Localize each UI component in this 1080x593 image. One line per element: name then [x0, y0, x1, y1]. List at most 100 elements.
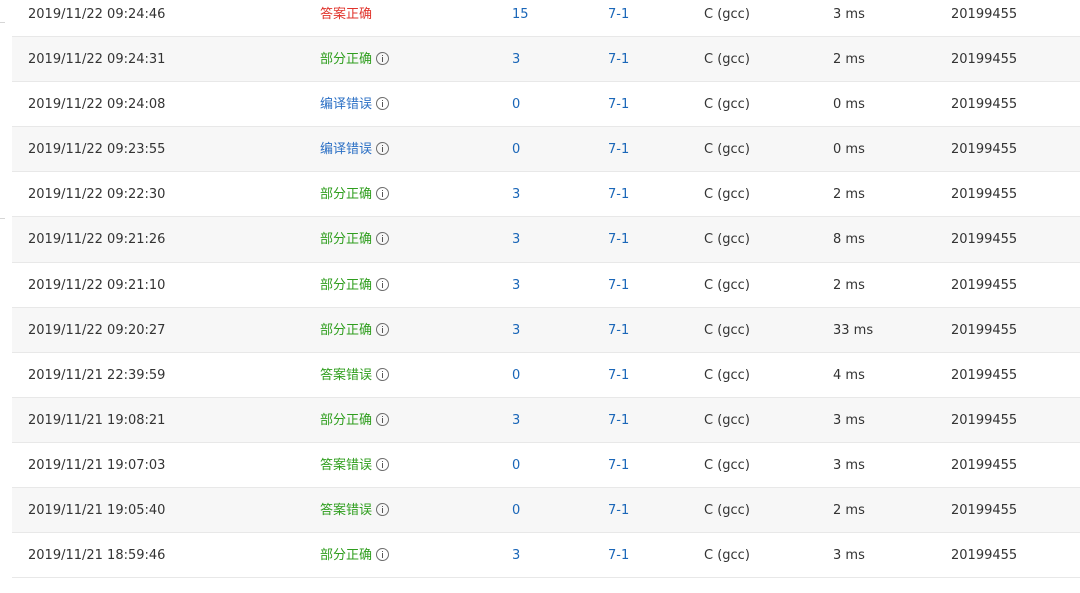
submission-time: 2019/11/22 09:21:26 — [28, 232, 166, 248]
submission-time: 2019/11/22 09:23:55 — [28, 142, 166, 158]
status-label[interactable]: 部分正确 — [320, 232, 372, 247]
compiler: C (gcc) — [704, 7, 750, 22]
status-label[interactable]: 部分正确 — [320, 52, 372, 67]
status-label[interactable]: 部分正确 — [320, 413, 372, 428]
submission-status[interactable]: 答案正确 — [320, 0, 372, 37]
problem-link[interactable]: 7-1 — [608, 398, 629, 443]
problem-link[interactable]: 7-1 — [608, 0, 629, 37]
edge-mark — [0, 218, 5, 219]
submission-score[interactable]: 15 — [512, 0, 529, 37]
info-circle-icon[interactable] — [376, 142, 390, 156]
submission-time: 2019/11/21 22:39:59 — [28, 367, 166, 383]
problem-link[interactable]: 7-1 — [608, 127, 629, 172]
submission-status[interactable]: 答案错误 — [320, 353, 390, 398]
info-circle-icon[interactable] — [376, 412, 390, 426]
compiler: C (gcc) — [704, 322, 750, 338]
submission-time: 2019/11/22 09:21:10 — [28, 277, 166, 293]
submission-status[interactable]: 部分正确 — [320, 308, 390, 353]
time-cost: 3 ms — [833, 412, 865, 428]
submission-time: 2019/11/22 09:22:30 — [28, 187, 166, 203]
status-label[interactable]: 答案错误 — [320, 503, 372, 518]
problem-link[interactable]: 7-1 — [608, 308, 629, 353]
submission-list-page: 2019/11/22 09:24:46 答案正确 15 7-1 C (gcc) 3 ms 2… — [0, 0, 1080, 593]
submission-status[interactable]: 部分正确 — [320, 172, 390, 217]
submission-time: 2019/11/21 19:07:03 — [28, 457, 166, 473]
info-circle-icon[interactable] — [376, 548, 390, 562]
user-id: 20199455 — [951, 503, 1018, 519]
compiler: C (gcc) — [704, 277, 750, 293]
problem-link[interactable]: 7-1 — [608, 353, 629, 398]
table-row: 2019/11/22 09:21:26 部分正确 3 7-1 C (gcc) 8 ms 20… — [12, 217, 1080, 263]
submission-score[interactable]: 3 — [512, 308, 520, 353]
user-id: 20199455 — [951, 232, 1018, 248]
submission-status[interactable]: 编译错误 — [320, 127, 390, 172]
table-row: 2019/11/22 09:24:31 部分正确 3 7-1 C (gcc) 2 ms 20… — [12, 37, 1080, 83]
submission-status[interactable]: 部分正确 — [320, 398, 390, 443]
submission-status[interactable]: 部分正确 — [320, 37, 390, 82]
compiler: C (gcc) — [704, 52, 750, 68]
problem-link[interactable]: 7-1 — [608, 263, 629, 308]
submission-table: 2019/11/22 09:24:46 答案正确 15 7-1 C (gcc) 3 ms 2… — [12, 0, 1080, 579]
status-label[interactable]: 编译错误 — [320, 97, 372, 112]
submission-score[interactable]: 3 — [512, 263, 520, 308]
time-cost: 8 ms — [833, 232, 865, 248]
table-row: 2019/11/22 09:20:27 部分正确 3 7-1 C (gcc) 33 ms 2… — [12, 307, 1080, 353]
user-id: 20199455 — [951, 7, 1018, 22]
problem-link[interactable]: 7-1 — [608, 533, 629, 578]
time-cost: 33 ms — [833, 322, 874, 338]
submission-score[interactable]: 3 — [512, 533, 520, 578]
user-id: 20199455 — [951, 187, 1018, 203]
problem-link[interactable]: 7-1 — [608, 37, 629, 82]
submission-score[interactable]: 0 — [512, 353, 520, 398]
problem-link[interactable]: 7-1 — [608, 488, 629, 533]
status-label[interactable]: 答案错误 — [320, 458, 372, 473]
status-label[interactable]: 部分正确 — [320, 278, 372, 293]
submission-score[interactable]: 0 — [512, 488, 520, 533]
table-row: 2019/11/22 09:21:10 部分正确 3 7-1 C (gcc) 2 ms 20… — [12, 263, 1080, 308]
status-label[interactable]: 编译错误 — [320, 142, 372, 157]
submission-status[interactable]: 部分正确 — [320, 217, 390, 262]
submission-status[interactable]: 答案错误 — [320, 443, 390, 488]
info-circle-icon[interactable] — [376, 503, 390, 517]
status-label[interactable]: 答案错误 — [320, 368, 372, 383]
status-label[interactable]: 部分正确 — [320, 548, 372, 563]
info-circle-icon[interactable] — [376, 277, 390, 291]
time-cost: 2 ms — [833, 187, 865, 203]
status-label[interactable]: 答案正确 — [320, 7, 372, 22]
status-label[interactable]: 部分正确 — [320, 323, 372, 338]
submission-status[interactable]: 答案错误 — [320, 488, 390, 533]
compiler: C (gcc) — [704, 187, 750, 203]
submission-score[interactable]: 3 — [512, 398, 520, 443]
info-circle-icon[interactable] — [376, 97, 390, 111]
info-circle-icon[interactable] — [376, 457, 390, 471]
submission-score[interactable]: 0 — [512, 127, 520, 172]
user-id: 20199455 — [951, 548, 1018, 564]
time-cost: 0 ms — [833, 97, 865, 113]
problem-link[interactable]: 7-1 — [608, 172, 629, 217]
compiler: C (gcc) — [704, 97, 750, 113]
problem-link[interactable]: 7-1 — [608, 82, 629, 127]
compiler: C (gcc) — [704, 412, 750, 428]
info-circle-icon[interactable] — [376, 322, 390, 336]
submission-time: 2019/11/21 18:59:46 — [28, 548, 166, 564]
submission-status[interactable]: 部分正确 — [320, 533, 390, 578]
status-label[interactable]: 部分正确 — [320, 187, 372, 202]
problem-link[interactable]: 7-1 — [608, 443, 629, 488]
submission-status[interactable]: 部分正确 — [320, 263, 390, 308]
info-circle-icon[interactable] — [376, 232, 390, 246]
problem-link[interactable]: 7-1 — [608, 217, 629, 262]
submission-status[interactable]: 编译错误 — [320, 82, 390, 127]
info-circle-icon[interactable] — [376, 367, 390, 381]
time-cost: 4 ms — [833, 367, 865, 383]
user-id: 20199455 — [951, 52, 1018, 68]
submission-score[interactable]: 0 — [512, 82, 520, 127]
table-row: 2019/11/22 09:24:08 编译错误 0 7-1 C (gcc) 0 ms 20… — [12, 82, 1080, 128]
table-row: 2019/11/22 09:22:30 部分正确 3 7-1 C (gcc) 2 ms 20… — [12, 172, 1080, 218]
submission-score[interactable]: 0 — [512, 443, 520, 488]
info-circle-icon[interactable] — [376, 52, 390, 66]
user-id: 20199455 — [951, 412, 1018, 428]
submission-score[interactable]: 3 — [512, 37, 520, 82]
submission-score[interactable]: 3 — [512, 217, 520, 262]
submission-score[interactable]: 3 — [512, 172, 520, 217]
info-circle-icon[interactable] — [376, 187, 390, 201]
